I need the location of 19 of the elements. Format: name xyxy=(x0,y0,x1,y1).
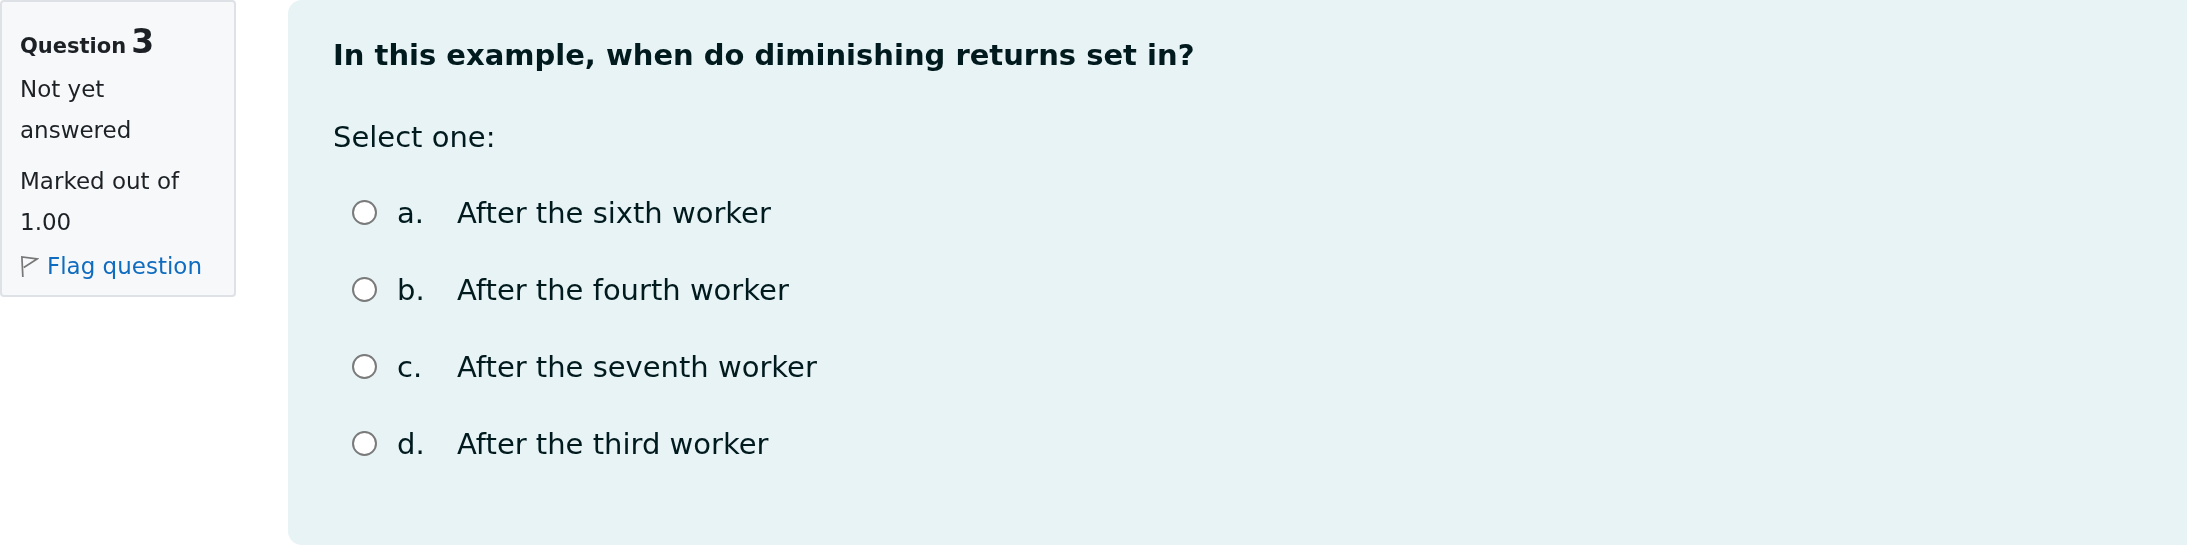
radio-button[interactable] xyxy=(352,354,377,379)
option-letter: a. xyxy=(397,195,425,230)
flag-question-link[interactable]: Flag question xyxy=(47,253,202,279)
radio-button[interactable] xyxy=(352,200,377,225)
option-text[interactable]: After the sixth worker xyxy=(457,195,771,230)
question-text: In this example, when do diminishing returns set in? xyxy=(333,38,1196,72)
select-prompt: Select one: xyxy=(333,120,497,154)
option-letter: c. xyxy=(397,349,424,384)
question-number: 3 xyxy=(131,22,155,61)
option-text[interactable]: After the third worker xyxy=(457,426,769,461)
option-letter: b. xyxy=(397,272,426,307)
option-text[interactable]: After the fourth worker xyxy=(457,272,789,307)
radio-button[interactable] xyxy=(352,431,377,456)
question-mark: Marked out of 1.00 xyxy=(20,167,181,237)
question-label: Question xyxy=(20,34,127,58)
option-letter: d. xyxy=(397,426,426,461)
radio-button[interactable] xyxy=(352,277,377,302)
question-status: Not yet answered xyxy=(20,75,133,145)
option-text[interactable]: After the seventh worker xyxy=(457,349,817,384)
